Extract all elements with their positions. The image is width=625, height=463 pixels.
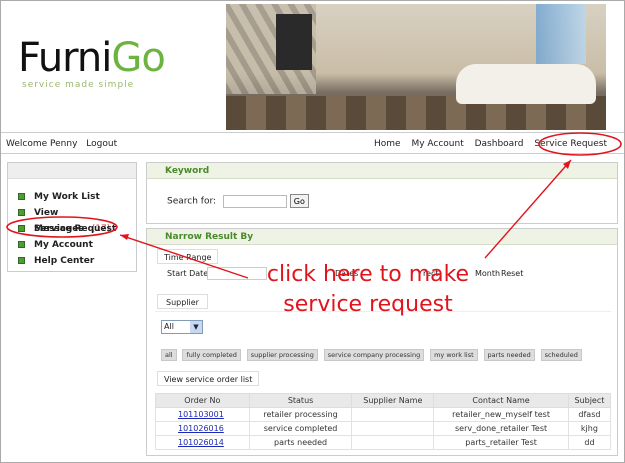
filter-my-work-list[interactable]: my work list (430, 349, 478, 361)
filter-parts-needed[interactable]: parts needed (483, 349, 535, 361)
bullet-icon (18, 241, 25, 248)
supplier-select[interactable]: All ▼ (161, 320, 203, 334)
nav-home[interactable]: Home (374, 139, 401, 149)
supplier-tab[interactable]: Supplier (157, 294, 208, 309)
contact-cell: serv_done_retailer Test (433, 421, 569, 436)
chevron-down-icon: ▼ (190, 321, 202, 333)
annotation-callout: click here to make service request (248, 260, 488, 320)
header-banner-image (226, 4, 606, 130)
sidebar-item-my-account[interactable]: My Account (8, 237, 136, 253)
filter-supplier-processing[interactable]: supplier processing (246, 349, 318, 361)
time-range-tab[interactable]: Time Range (157, 249, 219, 264)
col-supplier-name: Supplier Name (351, 393, 435, 408)
nav-my-account[interactable]: My Account (411, 139, 463, 149)
sidebar-item-my-work-list[interactable]: My Work List (8, 189, 136, 205)
keyword-panel: Keyword Search for: Go (146, 162, 618, 224)
sidebar: My Work List View Messages (17) Service R… (7, 162, 137, 272)
tab-view-service-order-list[interactable]: View service order list (157, 371, 260, 386)
callout-line-2: service request (283, 292, 453, 317)
start-date-label: Start Date: (167, 269, 211, 278)
contact-cell: parts_retailer Test (433, 435, 569, 450)
top-nav: Welcome Penny Logout Home My Account Das… (0, 134, 625, 154)
search-input[interactable] (222, 194, 287, 208)
bullet-icon (18, 257, 25, 264)
nav-service-request[interactable]: Service Request (534, 139, 607, 149)
sidebar-item-view-messages[interactable]: View Messages (17) (8, 205, 136, 234)
nav-dashboard[interactable]: Dashboard (475, 139, 524, 149)
status-cell: service completed (248, 421, 353, 436)
col-order-no: Order No (155, 393, 250, 408)
order-link[interactable]: 101103001 (155, 407, 250, 422)
table-row: 101103001 retailer processing retailer_n… (155, 407, 612, 422)
order-table: Order No Status Supplier Name Contact Na… (155, 393, 612, 450)
subject-cell: kjhg (567, 421, 612, 436)
logo-name-end: Go (111, 35, 165, 81)
narrow-title: Narrow Result By (147, 229, 617, 245)
sidebar-item-help-center[interactable]: Help Center (8, 253, 136, 269)
logo-name-start: Furni (18, 35, 112, 81)
filter-fully-completed[interactable]: fully completed (182, 349, 241, 361)
status-cell: parts needed (248, 435, 353, 450)
reset-link[interactable]: Reset (501, 269, 523, 278)
bullet-icon (18, 225, 25, 232)
subject-cell: dd (567, 435, 612, 450)
go-button[interactable]: Go (289, 194, 309, 208)
search-label: Search for: (167, 196, 217, 207)
contact-cell: retailer_new_myself test (433, 407, 569, 422)
col-status: Status (248, 393, 353, 408)
filter-all[interactable]: all (161, 349, 177, 361)
sidebar-item-service-request[interactable]: Service Request (8, 221, 136, 237)
callout-line-1: click here to make (266, 262, 470, 287)
col-subject: Subject (567, 393, 612, 408)
keyword-title: Keyword (147, 163, 617, 179)
welcome-text: Welcome Penny (6, 139, 78, 149)
order-link[interactable]: 101026014 (155, 435, 250, 450)
supplier-cell (351, 407, 435, 422)
logo-tagline: service made simple (22, 80, 135, 90)
header: FurniGo service made simple (0, 0, 625, 133)
filter-scheduled[interactable]: scheduled (540, 349, 582, 361)
table-row: 101026016 service completed serv_done_re… (155, 421, 612, 436)
logout-link[interactable]: Logout (86, 139, 117, 149)
col-contact-name: Contact Name (433, 393, 569, 408)
order-link[interactable]: 101026016 (155, 421, 250, 436)
supplier-cell (351, 421, 435, 436)
bullet-icon (18, 193, 25, 200)
subject-cell: dfasd (567, 407, 612, 422)
supplier-cell (351, 435, 435, 450)
table-row: 101026014 parts needed parts_retailer Te… (155, 435, 612, 450)
furnigo-logo[interactable]: FurniGo service made simple (18, 35, 166, 90)
bullet-icon (18, 209, 25, 216)
status-filters: all fully completed supplier processing … (161, 349, 585, 361)
filter-service-company-processing[interactable]: service company processing (323, 349, 425, 361)
status-cell: retailer processing (248, 407, 353, 422)
